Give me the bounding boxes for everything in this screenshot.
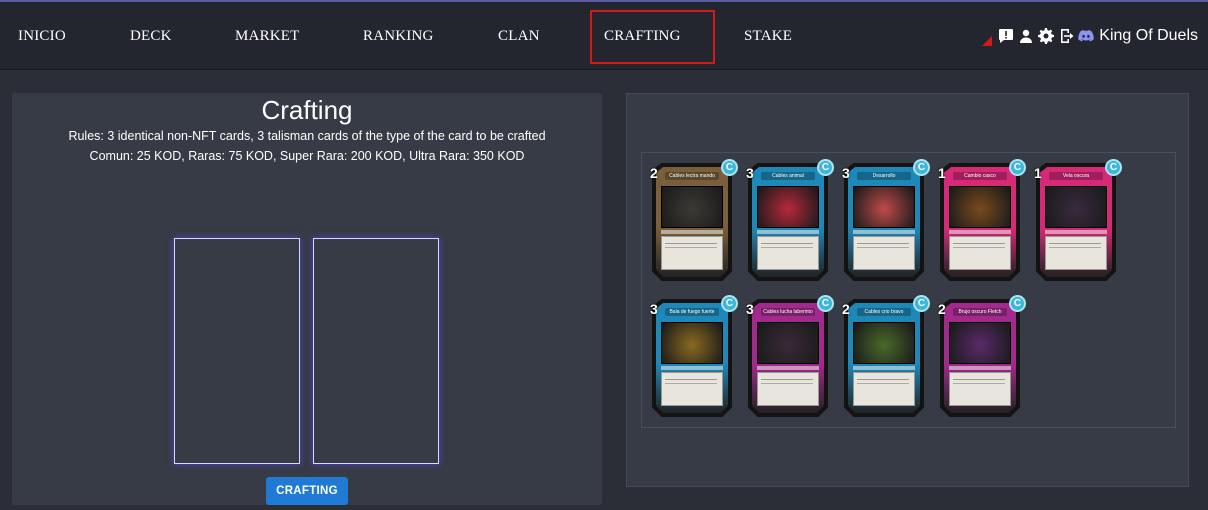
- card-stats-bar: [757, 230, 819, 234]
- card-description-box: [853, 236, 915, 270]
- card-description-box: [757, 372, 819, 406]
- inventory-card[interactable]: Cables crio bravo 2 C: [842, 295, 930, 417]
- crafting-rules: Rules: 3 identical non-NFT cards, 3 tali…: [68, 129, 546, 143]
- card-art: [1045, 186, 1107, 228]
- card-art: [949, 322, 1011, 364]
- card-name: Desarrollo: [857, 172, 911, 180]
- card-count: 3: [842, 165, 850, 181]
- card-stats-bar: [1045, 230, 1107, 234]
- card-description-box: [757, 236, 819, 270]
- rarity-badge: C: [721, 159, 738, 176]
- brand-name[interactable]: King Of Duels: [1099, 27, 1198, 45]
- card-count: 1: [938, 165, 946, 181]
- card-art: [853, 186, 915, 228]
- card-art: [661, 322, 723, 364]
- crafting-panel: Crafting Rules: 3 identical non-NFT card…: [12, 93, 602, 505]
- nav-item-stake[interactable]: STAKE: [744, 28, 792, 45]
- card-art: [757, 322, 819, 364]
- craft-slot-1[interactable]: [174, 238, 300, 464]
- rarity-badge: C: [913, 295, 930, 312]
- logout-icon[interactable]: [1057, 28, 1074, 45]
- inventory-card[interactable]: Brujo oscuro Fletch 2 C: [938, 295, 1026, 417]
- rarity-badge: C: [1105, 159, 1122, 176]
- card-description-box: [1045, 236, 1107, 270]
- card-body: Cables lucha laberinto: [752, 303, 824, 413]
- inventory-card[interactable]: Desarrollo 3 C: [842, 159, 930, 281]
- card-stats-bar: [949, 366, 1011, 370]
- card-art: [757, 186, 819, 228]
- nav-item-deck[interactable]: DECK: [130, 28, 172, 45]
- crafting-prices: Comun: 25 KOD, Raras: 75 KOD, Super Rara…: [89, 149, 525, 163]
- card-stats-bar: [757, 366, 819, 370]
- inventory-card[interactable]: Bala de fuego fuerte 3 C: [650, 295, 738, 417]
- card-body: Brujo oscuro Fletch: [944, 303, 1016, 413]
- card-name: Cables animal: [761, 172, 815, 180]
- card-art: [853, 322, 915, 364]
- card-stats-bar: [853, 230, 915, 234]
- card-stats-bar: [853, 366, 915, 370]
- top-navbar: INICIO DECK MARKET RANKING CLAN CRAFTING…: [0, 0, 1208, 70]
- card-name: Cables lectra mando: [665, 172, 719, 180]
- rarity-badge: C: [817, 159, 834, 176]
- card-name: Bala de fuego fuerte: [665, 308, 719, 316]
- card-body: Cables crio bravo: [848, 303, 920, 413]
- card-stats-bar: [661, 366, 723, 370]
- card-description-box: [949, 372, 1011, 406]
- inventory-card[interactable]: Cambio casco 1 C: [938, 159, 1026, 281]
- inventory-card[interactable]: Vela oscura 1 C: [1034, 159, 1122, 281]
- crafting-button[interactable]: CRAFTING: [266, 477, 348, 505]
- inventory-card[interactable]: Cables animal 3 C: [746, 159, 834, 281]
- gear-icon[interactable]: [1037, 28, 1054, 45]
- card-body: Desarrollo: [848, 167, 920, 277]
- inventory-panel: Cables lectra mando 2 C Cables animal 3 C Desa…: [626, 93, 1189, 487]
- inventory-card[interactable]: Cables lucha laberinto 3 C: [746, 295, 834, 417]
- nav-item-clan[interactable]: CLAN: [498, 28, 540, 45]
- card-name: Vela oscura: [1049, 172, 1103, 180]
- rarity-badge: C: [1009, 159, 1026, 176]
- card-art: [949, 186, 1011, 228]
- card-inventory-grid: Cables lectra mando 2 C Cables animal 3 C Desa…: [641, 152, 1176, 428]
- rarity-badge: C: [1009, 295, 1026, 312]
- feedback-icon[interactable]: [997, 28, 1014, 45]
- card-count: 2: [650, 165, 658, 181]
- card-count: 2: [938, 301, 946, 317]
- card-name: Cambio casco: [953, 172, 1007, 180]
- card-count: 3: [650, 301, 658, 317]
- card-description-box: [661, 372, 723, 406]
- card-description-box: [661, 236, 723, 270]
- card-count: 1: [1034, 165, 1042, 181]
- user-icon[interactable]: [1017, 28, 1034, 45]
- nav-item-market[interactable]: MARKET: [235, 28, 300, 45]
- card-body: Bala de fuego fuerte: [656, 303, 728, 413]
- card-body: Cables lectra mando: [656, 167, 728, 277]
- card-name: Cables crio bravo: [857, 308, 911, 316]
- card-description-box: [853, 372, 915, 406]
- craft-slot-2[interactable]: [313, 238, 439, 464]
- rarity-badge: C: [817, 295, 834, 312]
- card-count: 3: [746, 301, 754, 317]
- alert-triangle-icon: [982, 36, 993, 46]
- page-title: Crafting: [261, 95, 353, 125]
- card-name: Cables lucha laberinto: [761, 308, 815, 316]
- card-count: 3: [746, 165, 754, 181]
- nav-item-ranking[interactable]: RANKING: [363, 28, 434, 45]
- rarity-badge: C: [913, 159, 930, 176]
- inventory-card[interactable]: Cables lectra mando 2 C: [650, 159, 738, 281]
- nav-item-inicio[interactable]: INICIO: [18, 28, 66, 45]
- card-count: 2: [842, 301, 850, 317]
- card-body: Cambio casco: [944, 167, 1016, 277]
- card-body: Vela oscura: [1040, 167, 1112, 277]
- card-art: [661, 186, 723, 228]
- card-body: Cables animal: [752, 167, 824, 277]
- card-description-box: [949, 236, 1011, 270]
- rarity-badge: C: [721, 295, 738, 312]
- discord-icon[interactable]: [1077, 28, 1094, 45]
- nav-item-crafting[interactable]: CRAFTING: [604, 28, 681, 45]
- card-stats-bar: [949, 230, 1011, 234]
- nav-user-area: King Of Duels: [982, 26, 1198, 46]
- card-name: Brujo oscuro Fletch: [953, 308, 1007, 316]
- card-stats-bar: [661, 230, 723, 234]
